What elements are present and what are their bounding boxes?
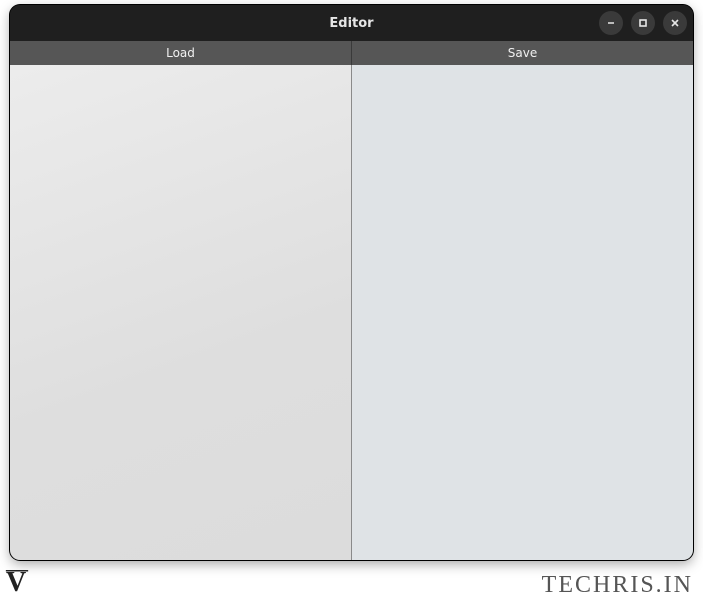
window-controls bbox=[599, 11, 687, 35]
watermark-logo: — V bbox=[6, 559, 29, 599]
window-title: Editor bbox=[329, 16, 373, 31]
minimize-button[interactable] bbox=[599, 11, 623, 35]
logo-hat-icon: — bbox=[6, 565, 29, 573]
toolbar: Load Save bbox=[10, 41, 693, 65]
maximize-button[interactable] bbox=[631, 11, 655, 35]
left-pane[interactable] bbox=[10, 65, 352, 560]
close-icon bbox=[670, 18, 680, 28]
watermark-text: TECHRIS.IN bbox=[542, 572, 693, 599]
titlebar: Editor bbox=[10, 5, 693, 41]
maximize-icon bbox=[638, 18, 648, 28]
close-button[interactable] bbox=[663, 11, 687, 35]
save-button[interactable]: Save bbox=[351, 41, 693, 65]
app-window: Editor Load Save bbox=[10, 5, 693, 560]
load-button[interactable]: Load bbox=[10, 41, 351, 65]
right-pane[interactable] bbox=[352, 65, 694, 560]
minimize-icon bbox=[606, 18, 616, 28]
editor-body bbox=[10, 65, 693, 560]
